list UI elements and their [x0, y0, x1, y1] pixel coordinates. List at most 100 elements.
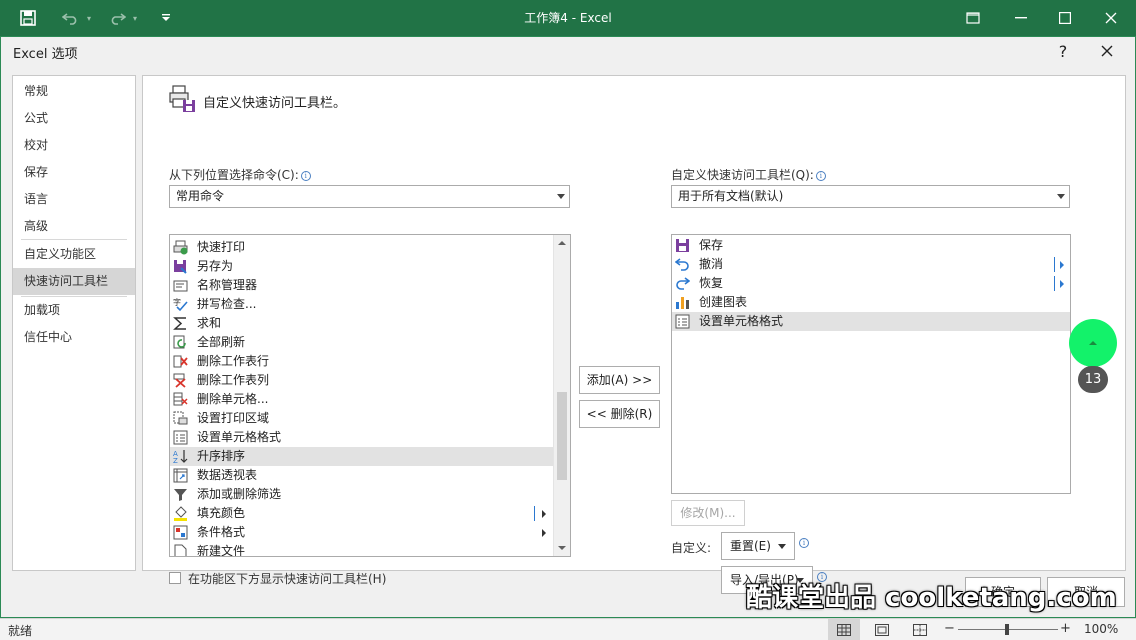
chevron-down-icon	[1057, 194, 1065, 199]
nav-item-general[interactable]: 常规	[13, 78, 135, 105]
redo-icon	[674, 275, 690, 292]
reset-dropdown-button[interactable]: 重置(E)	[721, 532, 795, 560]
zoom-out-button[interactable]: −	[944, 621, 955, 636]
nav-item-trust-center[interactable]: 信任中心	[13, 324, 135, 351]
quick-print-icon	[172, 239, 188, 256]
pivot-table-icon	[172, 467, 188, 484]
close-icon	[1101, 45, 1113, 57]
normal-view-icon[interactable]	[828, 619, 860, 640]
chevron-down-icon	[557, 194, 565, 199]
format-cells-icon	[674, 313, 690, 330]
show-below-ribbon-label[interactable]: 在功能区下方显示快速访问工具栏(H)	[188, 570, 386, 587]
zoom-in-button[interactable]: +	[1060, 621, 1071, 636]
customize-toolbar-select[interactable]: 用于所有文档(默认)	[671, 185, 1070, 208]
help-button[interactable]: ?	[1043, 37, 1083, 65]
commands-list[interactable]: 快速打印 另存为 名称管理器 字 拼写检查... 求和 全部刷新 删除工作表行 …	[169, 234, 571, 557]
info-icon: i	[799, 538, 809, 548]
nav-item-formulas[interactable]: 公式	[13, 105, 135, 132]
list-item[interactable]: 删除单元格...	[170, 390, 554, 409]
delete-cells-icon	[172, 391, 188, 408]
close-window-icon[interactable]	[1096, 0, 1126, 36]
reset-label: 重置(E)	[730, 539, 771, 553]
list-item[interactable]: 全部刷新	[170, 333, 554, 352]
zoom-level[interactable]: 100%	[1084, 622, 1118, 636]
conditional-format-icon	[172, 524, 188, 541]
scroll-down-icon[interactable]	[554, 540, 570, 556]
save-as-icon	[172, 258, 188, 275]
scroll-up-icon[interactable]	[554, 235, 570, 251]
list-item[interactable]: 另存为	[170, 257, 554, 276]
submenu-arrow-icon	[542, 510, 546, 518]
minimize-icon[interactable]	[1006, 0, 1036, 36]
excel-options-dialog: Excel 选项 ? 常规 公式 校对 保存 语言 高级 自定义功能区 快速访问…	[0, 36, 1136, 618]
submenu-arrow-icon	[542, 529, 546, 537]
nav-item-customize-ribbon[interactable]: 自定义功能区	[13, 241, 135, 268]
page-layout-view-icon[interactable]	[866, 619, 898, 640]
info-icon: i	[300, 171, 311, 181]
customize-text-label: 自定义:	[671, 541, 712, 555]
choose-commands-select[interactable]: 常用命令	[169, 185, 570, 208]
list-item[interactable]: 恢复	[672, 274, 1070, 293]
info-icon: i	[815, 171, 826, 181]
toolbar-commands-list[interactable]: 保存 撤消 恢复 创建图表 设置单元格格式	[671, 234, 1071, 494]
nav-item-quick-access-toolbar[interactable]: 快速访问工具栏	[13, 268, 135, 295]
list-item[interactable]: 添加或删除筛选	[170, 485, 554, 504]
spell-check-icon: 字	[172, 296, 188, 313]
refresh-all-icon	[172, 334, 188, 351]
nav-item-proofing[interactable]: 校对	[13, 132, 135, 159]
modify-button[interactable]: 修改(M)...	[671, 500, 745, 526]
list-item[interactable]: 创建图表	[672, 293, 1070, 312]
scroll-thumb[interactable]	[557, 392, 567, 480]
nav-item-advanced[interactable]: 高级	[13, 213, 135, 240]
print-area-icon	[172, 410, 188, 427]
status-bar: 就绪 − + 100%	[0, 618, 1136, 640]
chevron-down-icon	[778, 544, 786, 549]
watermark: 酷课堂出品 coolketang.com	[746, 583, 1117, 613]
quick-access-toolbar-icon	[169, 84, 197, 114]
sum-icon	[172, 315, 188, 332]
svg-text:Z: Z	[173, 457, 178, 464]
nav-item-language[interactable]: 语言	[13, 186, 135, 213]
list-item[interactable]: 删除工作表列	[170, 371, 554, 390]
customize-toolbar-value: 用于所有文档(默认)	[678, 189, 784, 203]
options-nav: 常规 公式 校对 保存 语言 高级 自定义功能区 快速访问工具栏 加载项 信任中…	[12, 75, 136, 571]
list-item[interactable]: 数据透视表	[170, 466, 554, 485]
zoom-slider-thumb[interactable]	[1005, 624, 1009, 635]
submenu-arrow-icon	[1060, 280, 1064, 288]
nav-item-add-ins[interactable]: 加载项	[13, 297, 135, 324]
nav-item-save[interactable]: 保存	[13, 159, 135, 186]
dialog-close-button[interactable]	[1087, 37, 1127, 65]
remove-button[interactable]: << 删除(R)	[579, 400, 660, 428]
commands-scrollbar[interactable]	[553, 235, 570, 556]
list-item-selected[interactable]: AZ 升序排序	[170, 447, 554, 466]
list-item[interactable]: 条件格式	[170, 523, 554, 542]
options-content: 自定义快速访问工具栏。 从下列位置选择命令(C): i 常用命令 自定义快速访问工…	[142, 75, 1126, 594]
save-icon	[674, 237, 690, 254]
show-below-ribbon-checkbox[interactable]	[169, 572, 181, 584]
add-button[interactable]: 添加(A) >>	[579, 366, 660, 394]
list-item[interactable]: 设置单元格格式	[170, 428, 554, 447]
section-heading: 自定义快速访问工具栏。	[203, 96, 347, 111]
customize-toolbar-label: 自定义快速访问工具栏(Q): i	[671, 166, 826, 183]
maximize-icon[interactable]	[1050, 0, 1080, 36]
list-item[interactable]: 求和	[170, 314, 554, 333]
list-item[interactable]: 字 拼写检查...	[170, 295, 554, 314]
page-break-view-icon[interactable]	[904, 619, 936, 640]
nav-separator	[21, 239, 127, 240]
list-item[interactable]: 设置打印区域	[170, 409, 554, 428]
list-item[interactable]: 快速打印	[170, 238, 554, 257]
zoom-slider[interactable]	[958, 624, 1058, 635]
list-item[interactable]: 填充颜色	[170, 504, 554, 523]
list-item[interactable]: 名称管理器	[170, 276, 554, 295]
sort-ascending-icon: AZ	[172, 448, 188, 465]
list-item[interactable]: 保存	[672, 236, 1070, 255]
name-manager-icon	[172, 277, 188, 294]
chart-icon	[674, 294, 690, 311]
list-item[interactable]: 撤消	[672, 255, 1070, 274]
list-item[interactable]: 新建文件	[170, 542, 554, 556]
choose-commands-value: 常用命令	[176, 189, 225, 203]
status-ready: 就绪	[8, 624, 33, 638]
list-item[interactable]: 删除工作表行	[170, 352, 554, 371]
list-item-selected[interactable]: 设置单元格格式	[672, 312, 1070, 331]
ribbon-display-icon[interactable]	[958, 0, 988, 36]
